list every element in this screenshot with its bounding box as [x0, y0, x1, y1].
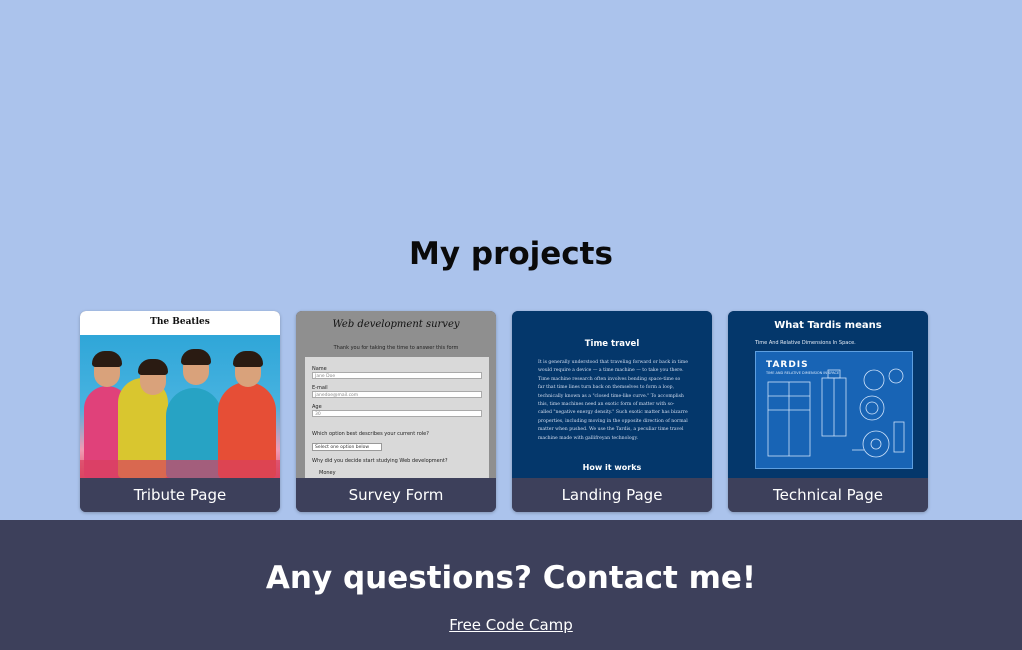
thumbnail-title: Time travel [584, 339, 640, 349]
survey-form-thumbnail: Web development survey Thank you for tak… [296, 311, 496, 478]
tardis-blueprint: TARDIS TIME AND RELATIVE DIMENSION IN SP… [755, 351, 913, 469]
thumbnail-title: What Tardis means [774, 320, 882, 331]
project-card-tribute-page[interactable]: The Beatles Tribute Page [80, 311, 280, 512]
survey-form-preview: Name Jane Doe E-mail janedoe@mail.com Ag… [305, 357, 489, 478]
thumbnail-paragraph: It is generally understood that travelin… [538, 360, 688, 441]
landing-page-thumbnail: Time travel It is generally understood t… [512, 311, 712, 478]
project-caption: Technical Page [728, 478, 928, 512]
name-input-preview: Jane Doe [312, 372, 482, 379]
project-caption: Tribute Page [80, 478, 280, 512]
email-input-preview: janedoe@mail.com [312, 391, 482, 398]
project-caption: Landing Page [512, 478, 712, 512]
why-question: Why did you decide start studying Web de… [312, 458, 448, 464]
thumbnail-subtitle: Time And Relative Dimensions In Space. [755, 340, 856, 346]
project-card-technical-page[interactable]: What Tardis means Time And Relative Dime… [728, 311, 928, 512]
thumbnail-subheading: How it works [582, 463, 642, 472]
contact-footer: Any questions? Contact me! Free Code Cam… [0, 520, 1022, 650]
free-code-camp-link[interactable]: Free Code Camp [0, 616, 1022, 634]
contact-heading: Any questions? Contact me! [265, 560, 757, 596]
why-option: Money [319, 470, 336, 476]
blueprint-drawing [767, 368, 905, 458]
projects-heading: My projects [409, 236, 613, 272]
tribute-page-thumbnail: The Beatles [80, 311, 280, 478]
role-select-preview: Select one option below [312, 443, 382, 451]
project-card-landing-page[interactable]: Time travel It is generally understood t… [512, 311, 712, 512]
technical-page-thumbnail: What Tardis means Time And Relative Dime… [728, 311, 928, 478]
thumbnail-title: Web development survey [332, 319, 460, 330]
projects-section: My projects The Beatles Tribute Page Web… [0, 0, 1022, 520]
age-input-preview: 30 [312, 410, 482, 417]
project-caption: Survey Form [296, 478, 496, 512]
thumbnail-title: The Beatles [150, 317, 210, 327]
role-question: Which option best describes your current… [312, 431, 429, 437]
thumbnail-subtitle: Thank you for taking the time to answer … [333, 345, 459, 351]
projects-grid: The Beatles Tribute Page Web development… [80, 311, 928, 512]
beatles-photo [80, 335, 280, 478]
project-card-survey-form[interactable]: Web development survey Thank you for tak… [296, 311, 496, 512]
